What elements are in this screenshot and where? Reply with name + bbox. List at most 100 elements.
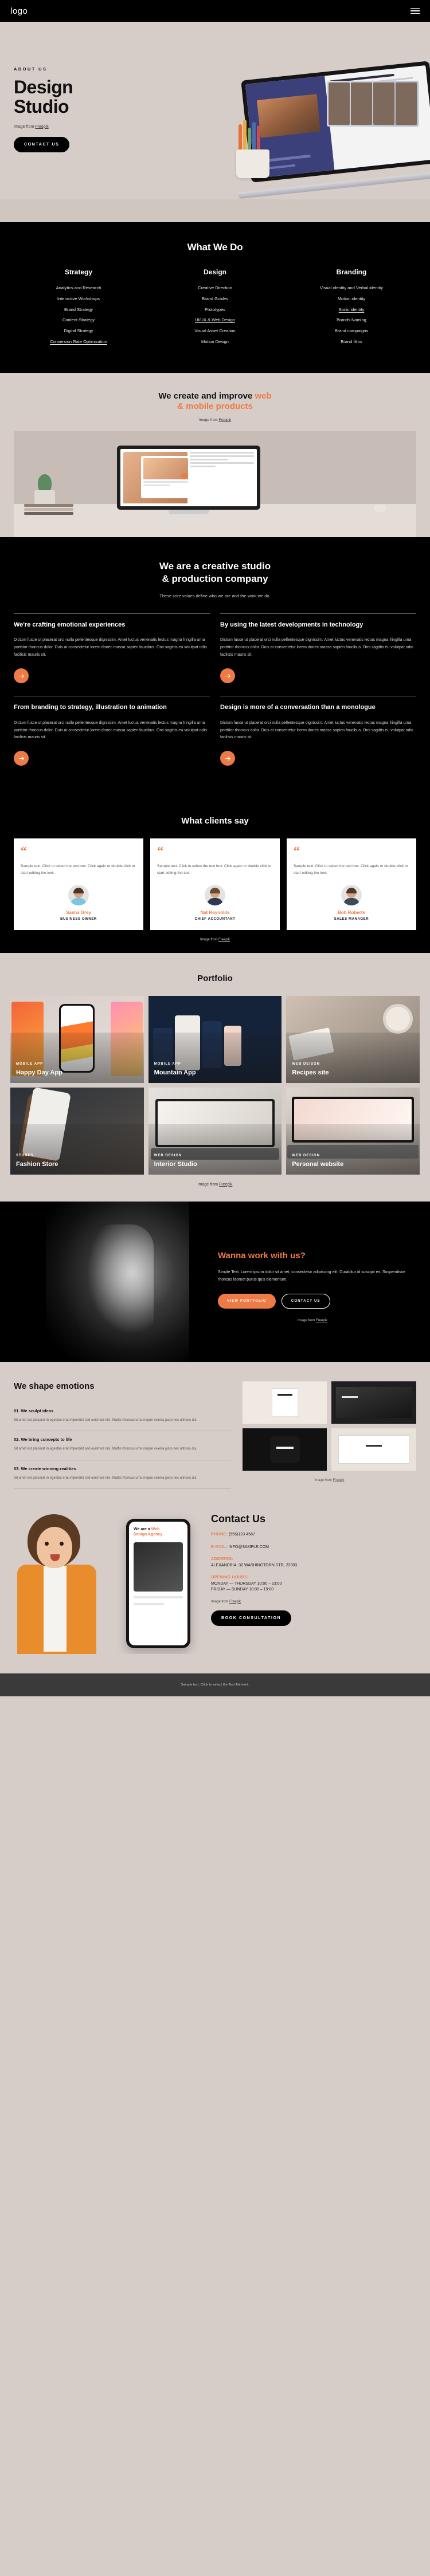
- quote-icon: “: [157, 844, 163, 858]
- service-item[interactable]: Prototypes: [147, 307, 283, 313]
- testimonial-card: “ Sample text. Click to select the text …: [287, 838, 416, 930]
- accordion-item[interactable]: 03. We create winning realities Sit amet…: [14, 1460, 231, 1489]
- freepik-link[interactable]: Freepik: [219, 418, 232, 422]
- service-item[interactable]: Brand Guides: [147, 296, 283, 302]
- contact-credit: Image from Freepik: [211, 1600, 416, 1604]
- cta-text-block: Wanna work with us? Simple Text. Lorem i…: [218, 1251, 407, 1322]
- accordion-heading: 01. We sculpt ideas: [14, 1408, 54, 1413]
- freepik-link[interactable]: Freepik: [229, 1600, 241, 1604]
- email-label: E-MAIL:: [211, 1545, 228, 1549]
- service-item[interactable]: Content Strategy: [10, 317, 147, 323]
- service-item[interactable]: UI/UX & Web Design: [147, 317, 283, 323]
- service-item[interactable]: Conversion Rate Optimization: [10, 339, 147, 345]
- address-label: ADDRESS:: [211, 1557, 233, 1561]
- portfolio-card[interactable]: MOBILE APP Mountain App: [148, 995, 282, 1083]
- cta-body: Simple Text. Lorem ipsum dolor sit amet,…: [218, 1270, 406, 1282]
- service-item[interactable]: Visual Asset Creation: [147, 328, 283, 334]
- freepik-link[interactable]: Freepik: [35, 125, 48, 129]
- arrow-right-icon[interactable]: [14, 668, 29, 684]
- hero-image: [195, 61, 430, 214]
- value-card-heading: We're crafting emotional experiences: [14, 621, 126, 629]
- logo[interactable]: logo: [10, 6, 28, 16]
- hamburger-icon[interactable]: [411, 7, 420, 14]
- column-heading: Strategy: [64, 268, 93, 276]
- cta-credit: Image from Freepik: [218, 1319, 407, 1322]
- value-cards-grid: We're crafting emotional experiences Dic…: [14, 613, 416, 778]
- portfolio-card[interactable]: WEB DEISGN Recipes site: [286, 995, 420, 1083]
- book-consultation-button[interactable]: BOOK CONSULTATION: [211, 1610, 292, 1626]
- hero-section: ABOUT US Design Studio Image from Freepi…: [0, 22, 430, 222]
- gallery-image: [242, 1381, 327, 1424]
- testimonial-body: Sample text. Click to select the text bo…: [157, 864, 272, 875]
- phone-value[interactable]: (555)123-4567: [229, 1533, 255, 1537]
- service-item[interactable]: Motion Design: [147, 339, 283, 345]
- service-columns: Strategy Analytics and Research Interact…: [10, 268, 420, 350]
- service-list: Analytics and Research Interactive Works…: [10, 285, 147, 345]
- service-item[interactable]: Brand Strategy: [10, 307, 147, 313]
- service-item[interactable]: Analytics and Research: [10, 285, 147, 291]
- contact-us-button[interactable]: CONTACT US: [281, 1294, 330, 1309]
- service-item[interactable]: Creative Direction: [147, 285, 283, 291]
- service-item[interactable]: Motion identity: [283, 296, 420, 302]
- testimonial-body: Sample text. Click to select the text bo…: [294, 864, 408, 875]
- cta-buttons: VIEW PORTFOLIO CONTACT US: [218, 1294, 407, 1309]
- service-item[interactable]: Brand films: [283, 339, 420, 345]
- arrow-right-icon[interactable]: [220, 668, 235, 684]
- pencil-cup: [228, 120, 277, 178]
- portfolio-card[interactable]: WEB DESIGN Interior Studio: [148, 1087, 282, 1175]
- accordion-item[interactable]: 01. We sculpt ideas Sit amet est placera…: [14, 1403, 231, 1432]
- team-photo: [327, 81, 419, 127]
- create-improve-section: We create and improve web & mobile produ…: [0, 372, 430, 537]
- avatar: [68, 884, 89, 905]
- service-item[interactable]: Visual identity and Verbal identity: [283, 285, 420, 291]
- credit-prefix: Image from: [198, 418, 219, 422]
- testimonial-name: Sasha Grey: [65, 909, 92, 915]
- portfolio-card[interactable]: STORES Fashion Store: [10, 1087, 144, 1175]
- service-item[interactable]: Digital Strategy: [10, 328, 147, 334]
- what-we-do-title: What We Do: [187, 242, 243, 253]
- portfolio-title-item: Fashion Store: [16, 1160, 58, 1168]
- testimonials-section: What clients say “ Sample text. Click to…: [0, 799, 430, 953]
- portfolio-title-item: Happy Day App: [16, 1069, 62, 1076]
- footer-text: Sample text. Click to select the Text El…: [181, 1683, 249, 1687]
- testimonial-card: “ Sample text. Click to select the text …: [14, 838, 143, 930]
- contact-section: We are a Web Design Agency Contact Us PH…: [0, 1505, 430, 1673]
- service-item[interactable]: Brands Naming: [283, 317, 420, 323]
- portfolio-card[interactable]: WEB DESIGN Personal website: [286, 1087, 420, 1175]
- credit-prefix: Image from: [197, 1182, 219, 1187]
- hero-text-block: ABOUT US Design Studio Image from Freepi…: [14, 66, 73, 152]
- service-item[interactable]: Brand campaigns: [283, 328, 420, 334]
- credit-prefix: Image from: [14, 124, 36, 129]
- service-list: Creative Direction Brand Guides Prototyp…: [147, 285, 283, 345]
- service-column-strategy: Strategy Analytics and Research Interact…: [10, 268, 147, 350]
- freepik-link[interactable]: Freepik: [316, 1319, 327, 1322]
- service-item[interactable]: Sonic identity: [283, 307, 420, 313]
- value-card: Design is more of a conversation than a …: [220, 696, 416, 778]
- shape-emotions-left: We shape emotions 01. We sculpt ideas Si…: [14, 1381, 231, 1489]
- value-card: From branding to strategy, illustration …: [14, 696, 210, 778]
- quote-icon: “: [21, 844, 27, 858]
- freepik-link[interactable]: Freepik: [333, 1479, 344, 1482]
- service-item[interactable]: Interactive Workshops: [10, 296, 147, 302]
- accordion-body: Sit amet est placerat in egestas erat im…: [14, 1447, 198, 1451]
- portfolio-card[interactable]: MOBILE APP Happy Day App: [10, 995, 144, 1083]
- hero-contact-button[interactable]: CONTACT US: [14, 136, 70, 152]
- testimonial-role: SALES MANAGER: [334, 917, 369, 921]
- portrait-image: [46, 1201, 189, 1362]
- portfolio-title-item: Personal website: [292, 1160, 344, 1168]
- portfolio-tag: MOBILE APP: [154, 1062, 181, 1066]
- arrow-right-icon[interactable]: [220, 751, 235, 766]
- avatar: [205, 884, 225, 905]
- view-portfolio-button[interactable]: VIEW PORTFOLIO: [218, 1294, 276, 1309]
- arrow-right-icon[interactable]: [14, 751, 29, 766]
- phone-mock-accent-1: Web: [151, 1527, 160, 1531]
- email-value[interactable]: INFO@SAMPLE.COM: [229, 1545, 269, 1549]
- freepik-link[interactable]: Freepik: [218, 938, 230, 942]
- contact-image: We are a Web Design Agency: [14, 1511, 203, 1654]
- accordion-item[interactable]: 02. We bring concepts to life Sit amet e…: [14, 1431, 231, 1460]
- site-footer: Sample text. Click to select the Text El…: [0, 1673, 430, 1696]
- gallery-image: [331, 1381, 416, 1424]
- freepik-link[interactable]: Freepik: [219, 1183, 232, 1187]
- mouse-decor: [374, 505, 386, 512]
- phone-mockup: We are a Web Design Agency: [126, 1519, 190, 1648]
